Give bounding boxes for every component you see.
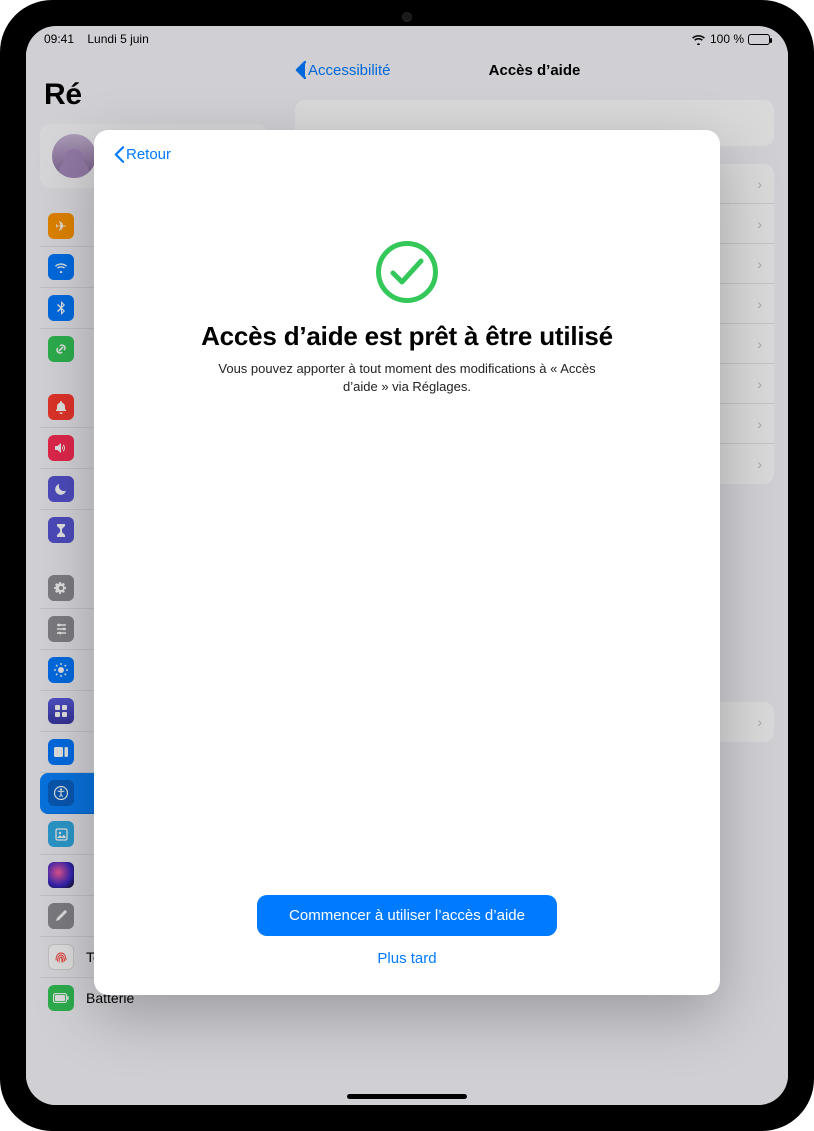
sheet-subtitle: Vous pouvez apporter à tout moment des m… bbox=[207, 360, 607, 395]
accessibility-icon bbox=[48, 780, 74, 806]
chevron-right-icon: › bbox=[757, 336, 762, 352]
brightness-icon bbox=[48, 657, 74, 683]
hourglass-icon bbox=[48, 517, 74, 543]
bluetooth-icon bbox=[48, 295, 74, 321]
sheet-content: Accès d’aide est prêt à être utilisé Vou… bbox=[114, 163, 700, 895]
wifi-icon bbox=[691, 34, 706, 45]
chevron-right-icon: › bbox=[757, 176, 762, 192]
chevron-right-icon: › bbox=[757, 456, 762, 472]
chevron-right-icon: › bbox=[757, 714, 762, 730]
grid-icon bbox=[48, 698, 74, 724]
sidebar-heading: Ré bbox=[44, 78, 267, 112]
moon-icon bbox=[48, 476, 74, 502]
fingerprint-icon bbox=[48, 944, 74, 970]
nav-title: Accès d’aide bbox=[489, 62, 581, 79]
wifi-icon bbox=[48, 254, 74, 280]
pencil-icon bbox=[48, 903, 74, 929]
screen: 09:41 Lundi 5 juin 100 % Ré bbox=[26, 26, 788, 1105]
later-button[interactable]: Plus tard bbox=[373, 946, 440, 971]
bell-icon bbox=[48, 394, 74, 420]
detail-nav: Accessibilité Accès d’aide bbox=[281, 50, 788, 90]
sheet-actions: Commencer à utiliser l’accès d’aide Plus… bbox=[114, 895, 700, 975]
start-assistive-access-button[interactable]: Commencer à utiliser l’accès d’aide bbox=[257, 895, 557, 936]
multitask-icon bbox=[48, 739, 74, 765]
status-date: Lundi 5 juin bbox=[87, 32, 148, 46]
sheet-back-label: Retour bbox=[126, 146, 171, 163]
siri-icon bbox=[48, 862, 74, 888]
battery-icon bbox=[748, 34, 770, 45]
chevron-right-icon: › bbox=[757, 376, 762, 392]
avatar bbox=[52, 134, 96, 178]
status-time: 09:41 bbox=[44, 32, 74, 46]
status-bar: 09:41 Lundi 5 juin 100 % bbox=[26, 26, 788, 50]
ipad-frame: 09:41 Lundi 5 juin 100 % Ré bbox=[0, 0, 814, 1131]
status-right: 100 % bbox=[691, 32, 770, 46]
airplane-icon: ✈ bbox=[48, 213, 74, 239]
battery-percent: 100 % bbox=[710, 32, 744, 46]
assistive-access-ready-sheet: Retour Accès d’aide est prêt à être util… bbox=[94, 130, 720, 995]
front-camera bbox=[402, 12, 412, 22]
sheet-title: Accès d’aide est prêt à être utilisé bbox=[201, 321, 613, 352]
check-circle-icon bbox=[376, 241, 438, 303]
nav-back-label: Accessibilité bbox=[308, 62, 391, 79]
chevron-right-icon: › bbox=[757, 416, 762, 432]
nav-back-button[interactable]: Accessibilité bbox=[295, 61, 391, 79]
chevron-right-icon: › bbox=[757, 216, 762, 232]
speaker-icon bbox=[48, 435, 74, 461]
sliders-icon bbox=[48, 616, 74, 642]
chevron-right-icon: › bbox=[757, 296, 762, 312]
sheet-back-button[interactable]: Retour bbox=[114, 146, 171, 163]
status-left: 09:41 Lundi 5 juin bbox=[44, 32, 149, 46]
link-icon bbox=[48, 336, 74, 362]
home-indicator[interactable] bbox=[347, 1094, 467, 1099]
gear-icon bbox=[48, 575, 74, 601]
battery-icon bbox=[48, 985, 74, 1011]
chevron-right-icon: › bbox=[757, 256, 762, 272]
wallpaper-icon bbox=[48, 821, 74, 847]
